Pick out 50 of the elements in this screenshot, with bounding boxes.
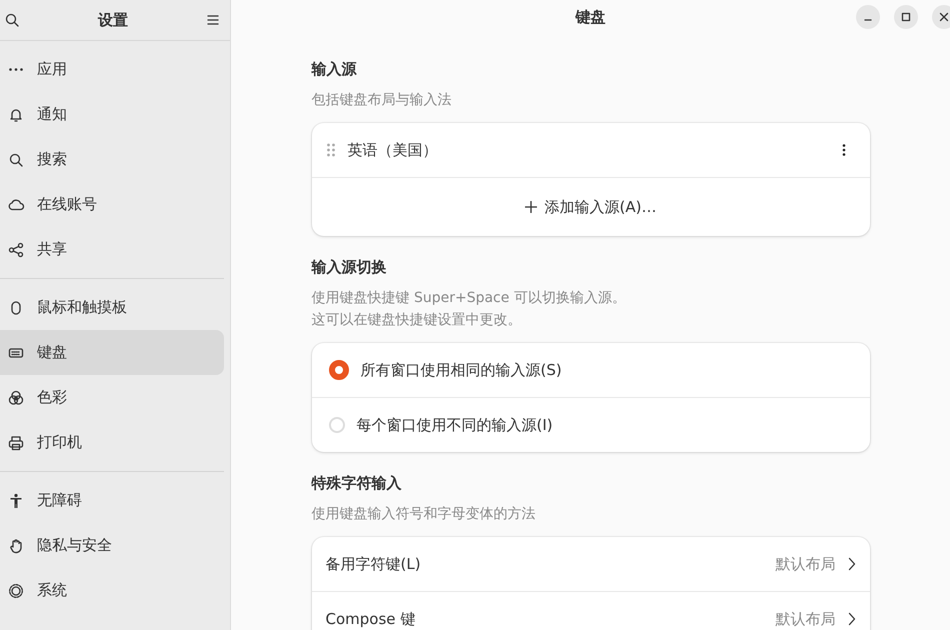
navigation-row[interactable]: Compose 键 默认布局	[312, 591, 870, 630]
add-input-source-button[interactable]: 添加输入源(A)…	[312, 177, 870, 236]
section-description: 包括键盘布局与输入法	[312, 91, 452, 110]
chevron-right-icon	[848, 612, 856, 626]
person-icon	[8, 492, 24, 508]
maximize-button[interactable]	[894, 5, 918, 29]
plus-icon	[524, 201, 537, 213]
search-icon[interactable]	[4, 12, 20, 28]
section-heading: 输入源切换	[312, 258, 388, 277]
radio-option[interactable]: 每个窗口使用不同的输入源(I)	[312, 397, 870, 452]
section-heading: 特殊字符输入	[312, 474, 402, 493]
sidebar-title: 设置	[98, 10, 128, 30]
sidebar-item[interactable]: 色彩	[0, 375, 224, 420]
minimize-icon	[864, 19, 872, 21]
sidebar-item[interactable]: 应用	[0, 47, 224, 92]
sidebar-item[interactable]: 隐私与安全	[0, 523, 224, 568]
sidebar-item[interactable]: 键盘	[0, 330, 224, 375]
drag-handle-icon[interactable]	[326, 142, 336, 158]
sidebar-item[interactable]: 无障碍	[0, 478, 224, 523]
hand-icon	[8, 538, 24, 554]
section-description: 使用键盘输入符号和字母变体的方法	[312, 505, 536, 524]
chevron-right-icon	[848, 557, 856, 571]
sidebar-item[interactable]: 鼠标和触摸板	[0, 285, 224, 330]
color-circles-icon	[8, 390, 24, 406]
window-title: 键盘	[576, 8, 606, 26]
printer-icon	[8, 434, 24, 450]
sidebar-item[interactable]: 打印机	[0, 420, 224, 465]
sidebar-item[interactable]: 在线账号	[0, 182, 224, 227]
gear-icon	[8, 582, 24, 598]
maximize-icon	[901, 12, 911, 22]
search-icon	[8, 152, 24, 168]
sidebar-item[interactable]: 搜索	[0, 137, 224, 182]
close-icon	[939, 12, 949, 22]
sidebar-item[interactable]: 通知	[0, 92, 224, 137]
input-source-row[interactable]: 英语（美国）	[312, 123, 870, 177]
sidebar-item[interactable]: 共享	[0, 227, 224, 272]
section-heading: 输入源	[312, 60, 358, 79]
share-icon	[8, 242, 24, 258]
more-options-icon[interactable]	[842, 143, 846, 157]
close-button[interactable]	[932, 5, 950, 29]
bell-icon	[8, 106, 24, 122]
sidebar-item[interactable]: 系统	[0, 568, 224, 613]
apps-icon	[9, 68, 23, 71]
cloud-icon	[7, 196, 25, 212]
section-description: 使用键盘快捷键 Super+Space 可以切换输入源。	[312, 289, 627, 308]
section-description: 这可以在键盘快捷键设置中更改。	[312, 311, 522, 330]
radio-button[interactable]	[328, 360, 348, 380]
menu-icon[interactable]	[206, 13, 220, 27]
radio-option[interactable]: 所有窗口使用相同的输入源(S)	[312, 343, 870, 397]
navigation-row[interactable]: 备用字符键(L) 默认布局	[312, 537, 870, 591]
